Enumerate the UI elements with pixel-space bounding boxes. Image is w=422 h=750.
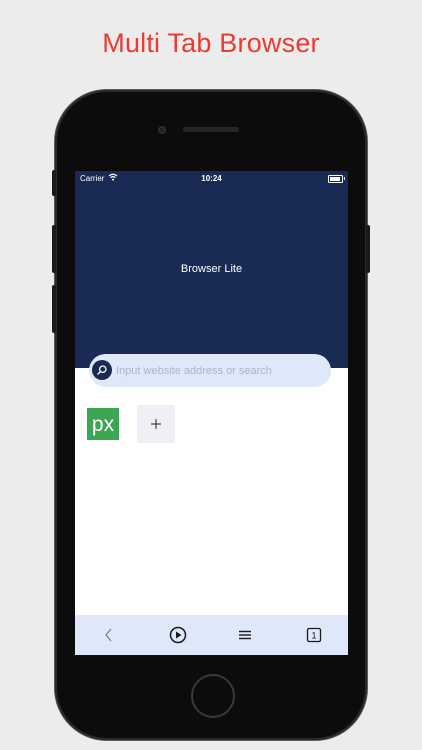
- plus-icon: [151, 419, 161, 429]
- menu-icon: [239, 630, 251, 640]
- hero-header: Carrier 10:24 Browser Lite: [75, 171, 348, 368]
- tab-count: 1: [311, 631, 316, 641]
- front-camera: [158, 126, 166, 134]
- play-button[interactable]: [166, 623, 190, 647]
- status-time: 10:24: [201, 174, 222, 183]
- bottom-toolbar: 1: [75, 615, 348, 655]
- promo-headline: Multi Tab Browser: [102, 28, 320, 58]
- status-bar: Carrier 10:24: [75, 171, 348, 185]
- earpiece-speaker: [183, 127, 239, 132]
- mute-switch: [52, 170, 56, 196]
- search-input[interactable]: [116, 354, 321, 387]
- tabs-button[interactable]: 1: [302, 623, 326, 647]
- battery-icon: [328, 175, 343, 183]
- battery-cap: [344, 177, 345, 180]
- quick-link-pixiv[interactable]: px: [84, 405, 122, 443]
- pixiv-logo-text: px: [92, 413, 115, 436]
- app-screen: Carrier 10:24 Browser Lite Input website…: [75, 171, 348, 655]
- volume-down-button: [52, 285, 56, 333]
- phone-frame: Carrier 10:24 Browser Lite Input website…: [52, 90, 370, 740]
- power-button: [366, 225, 370, 273]
- pixiv-logo-icon: px: [87, 408, 119, 440]
- search-icon[interactable]: [92, 360, 112, 380]
- menu-button[interactable]: [233, 623, 257, 647]
- back-button[interactable]: [97, 623, 121, 647]
- tabs-count-icon: 1: [306, 627, 322, 643]
- home-button[interactable]: [191, 674, 235, 718]
- app-title: Browser Lite: [180, 263, 243, 275]
- play-circle-icon: [169, 626, 187, 644]
- add-quick-link-button[interactable]: [137, 405, 175, 443]
- volume-up-button: [52, 225, 56, 273]
- search-bar[interactable]: [89, 354, 331, 387]
- back-icon: [105, 628, 112, 642]
